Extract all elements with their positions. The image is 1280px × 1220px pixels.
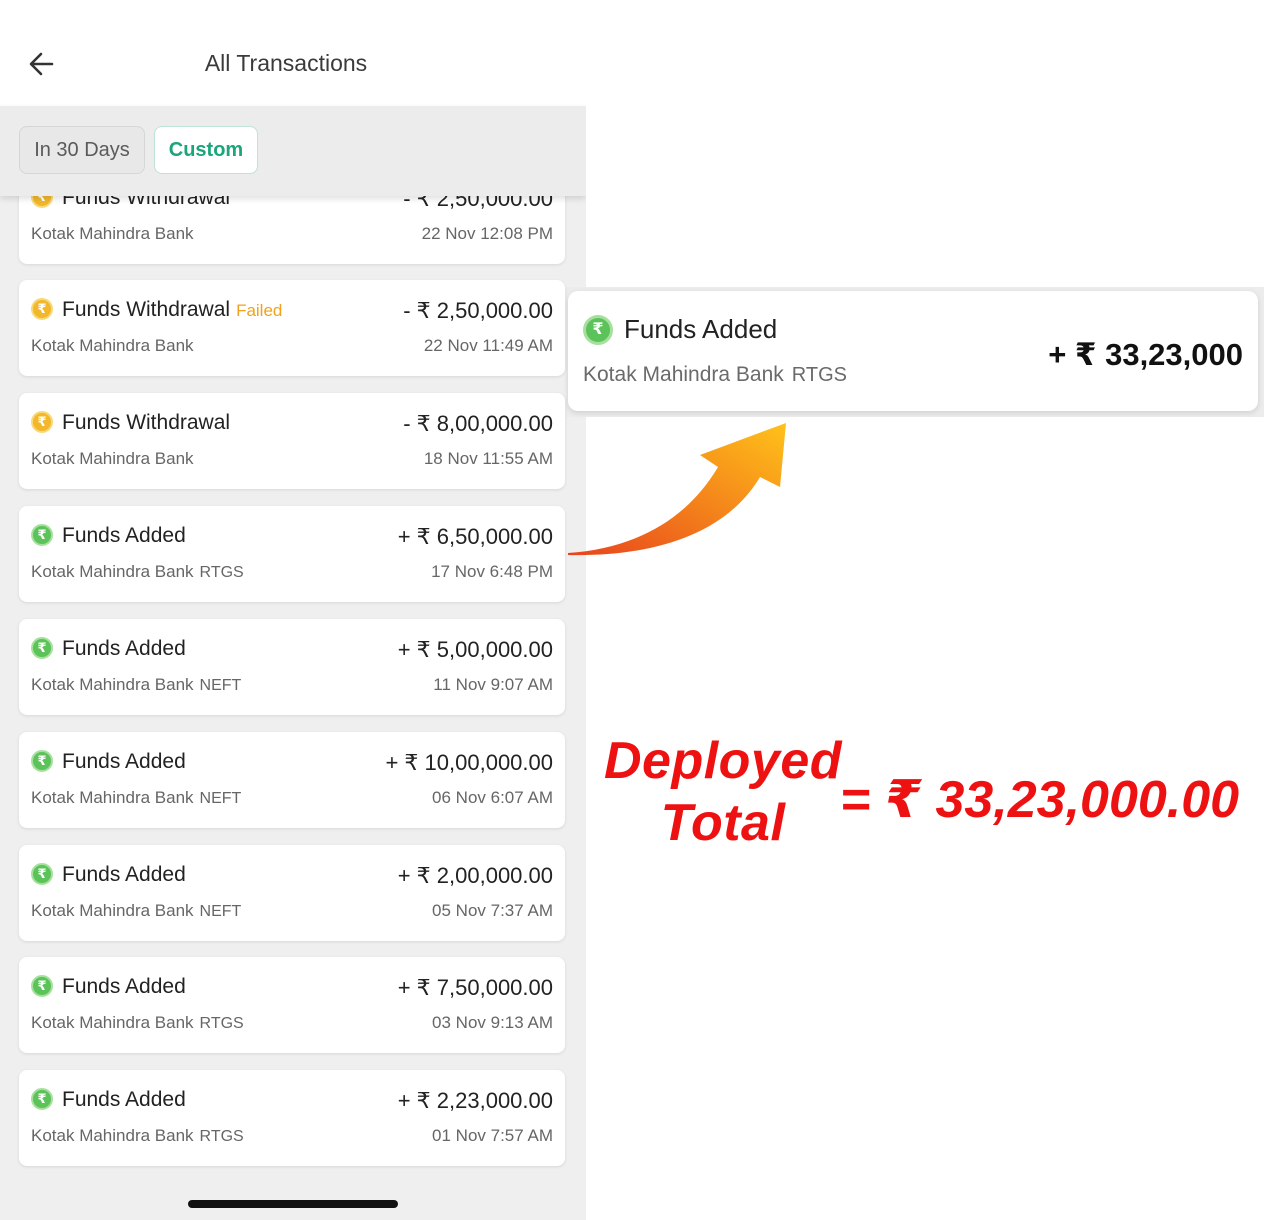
transaction-date: 01 Nov 7:57 AM [432, 1126, 553, 1145]
transaction-type: Funds Withdrawal [62, 411, 231, 434]
transaction-amount: + ₹ 7,50,000.00 [397, 975, 553, 1000]
transaction-type: Funds Added [62, 863, 186, 886]
deployed-label-line1: Deployed [603, 732, 843, 790]
transfer-mode: RTGS [199, 1015, 244, 1032]
transaction-card[interactable]: ₹ Funds Added + ₹ 10,00,000.00 Kotak Mah… [19, 732, 565, 828]
transaction-amount: + ₹ 5,00,000.00 [397, 637, 553, 662]
transaction-bank: Kotak Mahindra Bank [31, 336, 194, 355]
failed-status-label: Failed [236, 301, 283, 320]
transaction-bank: Kotak Mahindra Bank [31, 449, 194, 468]
transaction-amount: + ₹ 2,00,000.00 [397, 863, 553, 888]
callout-amount: + ₹ 33,23,000 [1048, 337, 1243, 372]
transfer-mode: NEFT [199, 903, 242, 920]
transaction-date: 05 Nov 7:37 AM [432, 901, 553, 920]
transaction-card[interactable]: ₹ Funds Added + ₹ 2,00,000.00 Kotak Mahi… [19, 845, 565, 941]
transfer-mode: NEFT [199, 677, 242, 694]
curved-arrow-icon [568, 423, 786, 556]
transaction-card[interactable]: ₹ Funds Withdrawal - ₹ 8,00,000.00 Kotak… [19, 393, 565, 489]
filter-chip-custom[interactable]: Custom [154, 126, 258, 174]
transaction-amount: + ₹ 2,23,000.00 [397, 1088, 553, 1113]
rupee-coin-yellow-icon: ₹ [31, 298, 53, 320]
rupee-coin-green-icon: ₹ [31, 1088, 53, 1110]
transaction-date: 22 Nov 11:49 AM [423, 336, 553, 355]
phone-screen: ₹ Funds Withdrawal - ₹ 2,50,000.00 Kotak… [0, 0, 586, 1220]
deployed-label-line2: Total [660, 794, 786, 852]
app-header: All Transactions [0, 0, 586, 106]
rupee-coin-green-icon: ₹ [31, 975, 53, 997]
transfer-mode: RTGS [199, 564, 244, 581]
transaction-date: 06 Nov 6:07 AM [432, 788, 553, 807]
rupee-coin-green-icon: ₹ [31, 863, 53, 885]
transfer-mode: NEFT [199, 790, 242, 807]
transaction-type: Funds Added [62, 1088, 186, 1111]
transaction-bank: Kotak Mahindra Bank RTGS [31, 562, 244, 581]
transaction-date: 11 Nov 9:07 AM [433, 675, 553, 694]
transaction-type: Funds Added [62, 524, 186, 547]
callout-transfer-mode: RTGS [791, 364, 847, 386]
highlighted-transaction-card: ₹ Funds Added Kotak Mahindra Bank RTGS + … [568, 291, 1258, 411]
deployed-total-value: = ₹ 33,23,000.00 [840, 771, 1240, 829]
transaction-card[interactable]: ₹ Funds Withdrawal Failed - ₹ 2,50,000.00… [19, 280, 565, 376]
filter-chip-30-days[interactable]: In 30 Days [19, 126, 145, 174]
home-indicator [188, 1200, 398, 1208]
rupee-coin-green-icon: ₹ [31, 637, 53, 659]
transaction-card[interactable]: ₹ Funds Added + ₹ 7,50,000.00 Kotak Mahi… [19, 957, 565, 1053]
date-filter-bar: In 30 Days Custom [0, 106, 586, 196]
transaction-card[interactable]: ₹ Funds Added + ₹ 6,50,000.00 Kotak Mahi… [19, 506, 565, 602]
transaction-type: Funds Added [62, 637, 186, 660]
transaction-card[interactable]: ₹ Funds Added + ₹ 2,23,000.00 Kotak Mahi… [19, 1070, 565, 1166]
page-title: All Transactions [204, 50, 368, 76]
transaction-type: Funds Withdrawal Failed [62, 298, 283, 321]
transaction-date: 03 Nov 9:13 AM [432, 1013, 553, 1032]
rupee-coin-green-icon: ₹ [31, 750, 53, 772]
rupee-coin-green-icon: ₹ [583, 315, 613, 345]
transaction-amount: + ₹ 10,00,000.00 [385, 750, 553, 775]
rupee-coin-green-icon: ₹ [31, 524, 53, 546]
callout-bank: Kotak Mahindra Bank RTGS [583, 363, 847, 386]
rupee-coin-yellow-icon: ₹ [31, 411, 53, 433]
transaction-date: 22 Nov 12:08 PM [421, 224, 553, 243]
transaction-bank: Kotak Mahindra Bank RTGS [31, 1013, 244, 1032]
transaction-amount: - ₹ 2,50,000.00 [403, 298, 553, 323]
transaction-bank: Kotak Mahindra Bank RTGS [31, 1126, 244, 1145]
transaction-bank: Kotak Mahindra Bank NEFT [31, 901, 242, 920]
deployed-total-label: Deployed Total [598, 730, 848, 854]
transaction-amount: + ₹ 6,50,000.00 [397, 524, 553, 549]
transaction-type: Funds Added [62, 750, 186, 773]
transaction-bank: Kotak Mahindra Bank NEFT [31, 788, 242, 807]
transaction-bank: Kotak Mahindra Bank NEFT [31, 675, 242, 694]
transfer-mode: RTGS [199, 1128, 244, 1145]
transaction-bank: Kotak Mahindra Bank [31, 224, 194, 243]
transaction-date: 17 Nov 6:48 PM [431, 562, 553, 581]
transaction-card[interactable]: ₹ Funds Added + ₹ 5,00,000.00 Kotak Mahi… [19, 619, 565, 715]
transaction-type: Funds Added [62, 975, 186, 998]
transaction-date: 18 Nov 11:55 AM [423, 449, 553, 468]
callout-transaction-type: Funds Added [624, 314, 778, 344]
transaction-amount: - ₹ 8,00,000.00 [403, 411, 553, 436]
